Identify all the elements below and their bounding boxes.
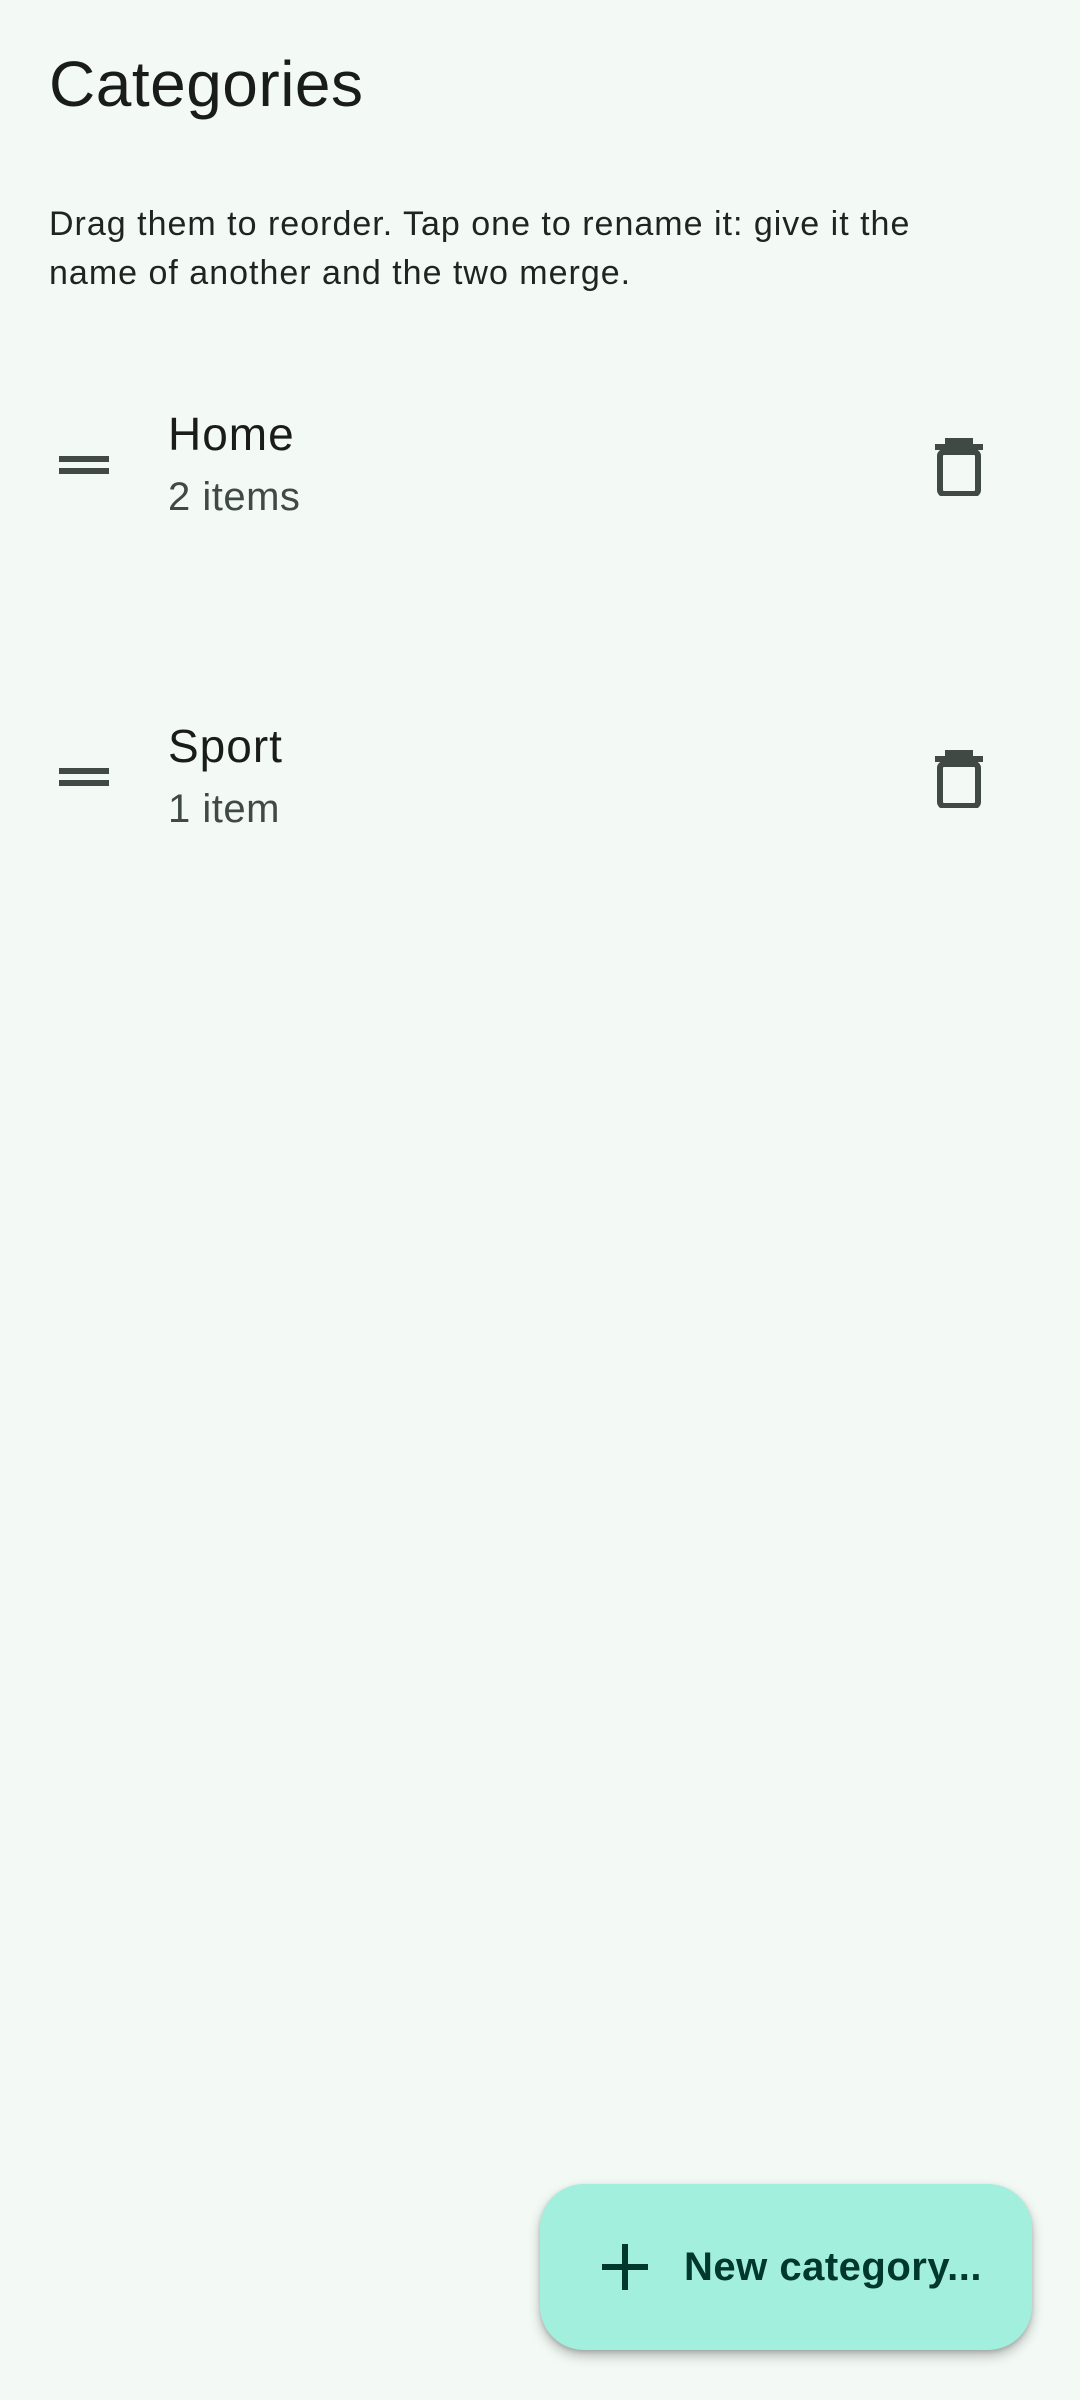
drag-handle[interactable] [34,432,134,498]
delete-icon [935,438,983,496]
category-row-home[interactable]: Home 2 items [0,366,1080,566]
categories-screen: Categories Drag them to reorder. Tap one… [0,0,1080,2400]
drag-handle-icon [59,456,109,474]
category-name: Sport [168,720,283,772]
category-row-sport[interactable]: Sport 1 item [0,678,1080,878]
drag-handle[interactable] [34,744,134,810]
category-item-count: 1 item [168,787,280,831]
category-item-count: 2 items [168,475,301,519]
new-category-label: New category... [684,2245,982,2289]
category-name: Home [168,408,295,460]
page-title: Categories [49,48,364,120]
new-category-button[interactable]: New category... [540,2184,1032,2350]
instructions-text: Drag them to reorder. Tap one to rename … [49,205,911,292]
plus-icon [602,2244,648,2290]
delete-icon [935,750,983,808]
drag-handle-icon [59,768,109,786]
delete-button[interactable] [900,416,1020,516]
delete-button[interactable] [900,728,1020,828]
